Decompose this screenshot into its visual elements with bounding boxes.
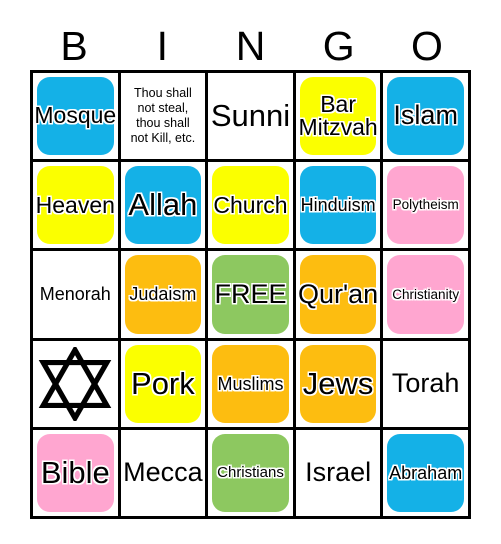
bingo-header-letter-i: I — [156, 22, 168, 69]
bingo-cell-r5c3[interactable]: Christians — [208, 429, 296, 519]
bingo-cell-r5c4[interactable]: Israel — [295, 429, 384, 519]
bingo-cell-label: Christianity — [392, 286, 460, 302]
bingo-cell-r1c5[interactable]: Islam — [383, 73, 471, 163]
bingo-cell-r4c1[interactable] — [33, 340, 121, 430]
bingo-cell-r2c3[interactable]: Church — [208, 162, 296, 252]
bingo-cell-r5c5[interactable]: Abraham — [383, 429, 471, 519]
bingo-cell-r3c3[interactable]: FREE — [208, 251, 296, 341]
bingo-card: B I N G O Mosque Thou shall not steal, thou s… — [0, 0, 501, 544]
bingo-cell-label: Church — [213, 191, 288, 218]
bingo-cell-r1c4[interactable]: Bar Mitzvah — [295, 73, 384, 163]
bingo-cell-r3c2[interactable]: Judaism — [120, 251, 209, 341]
bingo-cell-label: Heaven — [35, 191, 115, 218]
bingo-cell-label: Thou shall not steal, thou shall not Kil… — [130, 85, 196, 146]
bingo-cell-label: Mecca — [123, 457, 203, 488]
bingo-cell-r1c2[interactable]: Thou shall not steal, thou shall not Kil… — [120, 73, 209, 163]
bingo-header-letter-g: G — [322, 22, 355, 69]
bingo-cell-label: Qur'an — [297, 278, 379, 309]
bingo-cell-label: Torah — [391, 367, 460, 398]
bingo-cell-r1c1[interactable]: Mosque — [33, 73, 121, 163]
bingo-cell-r3c4[interactable]: Qur'an — [295, 251, 384, 341]
bingo-cell-label: FREE — [214, 278, 287, 309]
bingo-cell-r4c3[interactable]: Muslims — [208, 340, 296, 430]
bingo-cell-label: Hinduism — [300, 195, 376, 216]
bingo-cell-r2c2[interactable]: Allah — [120, 162, 209, 252]
bingo-cell-label: Christians — [217, 464, 284, 482]
bingo-cell-label: Judaism — [129, 284, 197, 305]
bingo-cell-label: Bible — [40, 455, 110, 491]
bingo-cell-r2c1[interactable]: Heaven — [33, 162, 121, 252]
bingo-header-letter-n: N — [235, 22, 266, 69]
bingo-cell-label: Allah — [128, 187, 198, 223]
bingo-cell-label: Bar Mitzvah — [298, 90, 378, 141]
bingo-cell-label: Abraham — [389, 462, 463, 483]
bingo-cell-r4c5[interactable]: Torah — [383, 340, 471, 430]
bingo-cell-label: Sunni — [210, 98, 291, 134]
bingo-cell-r2c4[interactable]: Hinduism — [295, 162, 384, 252]
bingo-header-letter-o: O — [410, 22, 443, 69]
bingo-cell-r5c1[interactable]: Bible — [33, 429, 121, 519]
bingo-cell-r5c2[interactable]: Mecca — [120, 429, 209, 519]
bingo-grid: Mosque Thou shall not steal, thou shall n… — [30, 70, 471, 519]
bingo-cell-r3c1[interactable]: Menorah — [33, 251, 121, 341]
bingo-cell-label: Pork — [131, 365, 195, 401]
bingo-cell-label: Menorah — [39, 284, 111, 305]
bingo-cell-r4c2[interactable]: Pork — [120, 340, 209, 430]
star-of-david-icon — [38, 344, 112, 423]
bingo-header-letter-b: B — [60, 22, 88, 69]
bingo-cell-label: Israel — [305, 457, 372, 488]
bingo-cell-r1c3[interactable]: Sunni — [208, 73, 296, 163]
bingo-cell-label: Muslims — [217, 373, 284, 394]
bingo-header: BINGO — [30, 22, 471, 70]
bingo-cell-label: Polytheism — [392, 197, 459, 213]
bingo-cell-label: Mosque — [34, 102, 117, 129]
bingo-cell-r3c5[interactable]: Christianity — [383, 251, 471, 341]
bingo-cell-r4c4[interactable]: Jews — [295, 340, 384, 430]
bingo-cell-label: Islam — [393, 100, 458, 131]
bingo-cell-r2c5[interactable]: Polytheism — [383, 162, 471, 252]
bingo-cell-label: Jews — [302, 365, 374, 401]
